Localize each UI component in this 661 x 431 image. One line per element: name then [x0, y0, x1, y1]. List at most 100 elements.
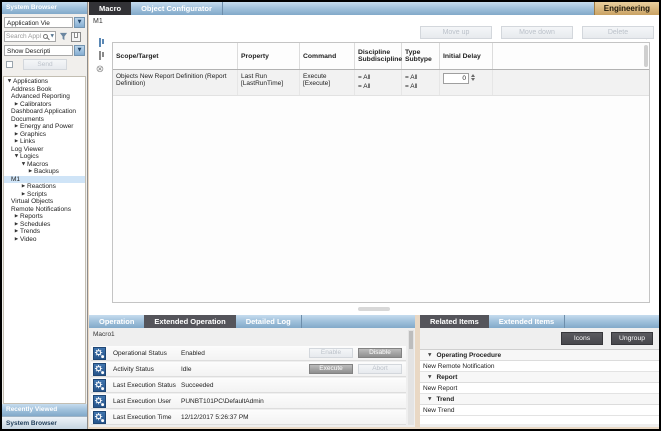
tree-item-reports[interactable]: ▶Reports: [4, 213, 85, 221]
tree-item-trends[interactable]: ▶Trends: [4, 228, 85, 236]
table-horizontal-scrollbar[interactable]: [358, 307, 390, 311]
tree-item-calibrators[interactable]: ▶Calibrators: [4, 101, 85, 109]
column-scope-target[interactable]: Scope/Target: [113, 43, 238, 69]
enable-button[interactable]: Enable: [309, 348, 353, 358]
chevron-right-icon[interactable]: ▶: [13, 213, 20, 221]
group-report[interactable]: ▼Report: [420, 372, 659, 383]
search-dropdown-icon[interactable]: ▼: [51, 34, 54, 39]
macro-gear-icon: [93, 363, 106, 376]
tree-item-graphics[interactable]: ▶Graphics: [4, 131, 85, 139]
save-filter-icon[interactable]: [71, 32, 81, 42]
tree-item-energy-and-power[interactable]: ▶Energy and Power: [4, 123, 85, 131]
operational-status-row: Operational Status Enabled Enable Disabl…: [91, 346, 406, 361]
column-initial-delay[interactable]: Initial Delay: [440, 43, 493, 69]
tree-item-backups[interactable]: ▶Backups: [4, 168, 85, 176]
discard-icon[interactable]: ⊗: [96, 65, 104, 75]
chevron-down-icon[interactable]: ▼: [428, 375, 431, 380]
filter-icon[interactable]: [59, 32, 68, 41]
cell-command[interactable]: Execute [Execute]: [300, 70, 355, 95]
op-row-label: Operational Status: [113, 350, 181, 357]
tree-item-address-book[interactable]: Address Book: [4, 86, 85, 94]
chevron-down-icon[interactable]: ▼: [428, 397, 431, 402]
tree-item-video[interactable]: ▶Video: [4, 236, 85, 244]
list-item[interactable]: New Remote Notification: [420, 361, 659, 372]
chevron-right-icon[interactable]: ▶: [20, 191, 27, 199]
chevron-right-icon[interactable]: ▶: [27, 168, 34, 176]
chevron-right-icon[interactable]: ▶: [13, 221, 20, 229]
initial-delay-input[interactable]: 0: [443, 73, 469, 84]
chevron-right-icon[interactable]: ▶: [13, 123, 20, 131]
tree-item-links[interactable]: ▶Links: [4, 138, 85, 146]
delete-button[interactable]: Delete: [582, 26, 654, 39]
tree-item-log-viewer[interactable]: Log Viewer: [4, 146, 85, 154]
send-checkbox[interactable]: [6, 61, 13, 68]
tree-item-applications[interactable]: ▼Applications: [4, 78, 85, 86]
engineering-mode-button[interactable]: Engineering: [594, 2, 659, 15]
chevron-down-icon[interactable]: ▼: [428, 353, 431, 358]
ungroup-button[interactable]: Ungroup: [611, 332, 653, 345]
op-row-value: Enabled: [181, 350, 309, 357]
system-browser-pane: System Browser Application Vie ▼ Search …: [2, 2, 88, 429]
tree-item-advanced-reporting[interactable]: Advanced Reporting: [4, 93, 85, 101]
op-row-label: Activity Status: [113, 366, 181, 373]
view-selector[interactable]: Application Vie: [4, 17, 73, 28]
chevron-right-icon[interactable]: ▶: [13, 236, 20, 244]
tab-operation[interactable]: Operation: [89, 315, 144, 328]
save-icon[interactable]: [99, 39, 101, 46]
list-item[interactable]: New Report: [420, 383, 659, 394]
tab-macro[interactable]: Macro: [89, 2, 131, 15]
tab-extended-items[interactable]: Extended Items: [489, 315, 565, 328]
view-selector-dropdown-icon[interactable]: ▼: [74, 17, 85, 28]
tree-item-m1-selected[interactable]: M1: [4, 176, 85, 184]
tree-item-macros[interactable]: ▼Macros: [4, 161, 85, 169]
disable-button[interactable]: Disable: [358, 348, 402, 358]
tab-related-items[interactable]: Related Items: [420, 315, 489, 328]
column-type[interactable]: TypeSubtype: [402, 43, 440, 69]
table-row[interactable]: Objects New Report Definition (Report De…: [113, 70, 649, 96]
chevron-down-icon[interactable]: ▼: [13, 153, 20, 161]
chevron-down-icon[interactable]: ▼: [20, 161, 27, 169]
column-property[interactable]: Property: [238, 43, 300, 69]
list-item[interactable]: New Trend: [420, 405, 659, 416]
move-up-button[interactable]: Move up: [420, 26, 492, 39]
column-discipline[interactable]: DisciplineSubdiscipline: [355, 43, 402, 69]
tree-item-logics[interactable]: ▼Logics: [4, 153, 85, 161]
tree-item-dashboard-application[interactable]: Dashboard Application: [4, 108, 85, 116]
operation-vertical-scrollbar[interactable]: [408, 330, 414, 425]
chevron-right-icon[interactable]: ▶: [13, 228, 20, 236]
execute-button[interactable]: Execute: [309, 364, 353, 374]
spinner-arrows[interactable]: [471, 74, 475, 81]
tab-extended-operation[interactable]: Extended Operation: [144, 315, 235, 328]
abort-button[interactable]: Abort: [358, 364, 402, 374]
cell-discipline[interactable]: = All = All: [355, 70, 402, 95]
icons-button[interactable]: Icons: [561, 332, 603, 345]
tree-item-documents[interactable]: Documents: [4, 116, 85, 124]
cell-type[interactable]: = All = All: [402, 70, 440, 95]
search-input[interactable]: Search Appl ▼: [4, 31, 56, 42]
system-browser-bottom-tab[interactable]: System Browser: [2, 416, 87, 429]
table-vertical-scrollbar[interactable]: [644, 45, 648, 67]
tree-item-reactions[interactable]: ▶Reactions: [4, 183, 85, 191]
tree-item-virtual-objects[interactable]: Virtual Objects: [4, 198, 85, 206]
tab-detailed-log[interactable]: Detailed Log: [236, 315, 302, 328]
save-as-icon[interactable]: [99, 52, 101, 59]
group-operating-procedure[interactable]: ▼Operating Procedure: [420, 350, 659, 361]
chevron-right-icon[interactable]: ▶: [20, 183, 27, 191]
send-button[interactable]: Send: [23, 59, 67, 70]
tree-item-scripts[interactable]: ▶Scripts: [4, 191, 85, 199]
show-description-selector[interactable]: Show Descripti: [4, 45, 73, 56]
chevron-down-icon[interactable]: ▼: [6, 78, 13, 86]
chevron-right-icon[interactable]: ▶: [13, 138, 20, 146]
tree-item-remote-notifications[interactable]: Remote Notifications: [4, 206, 85, 214]
chevron-right-icon[interactable]: ▶: [13, 101, 20, 109]
recently-viewed-bar[interactable]: Recently Viewed: [2, 404, 87, 416]
show-description-dropdown-icon[interactable]: ▼: [74, 45, 85, 56]
group-trend[interactable]: ▼Trend: [420, 394, 659, 405]
move-down-button[interactable]: Move down: [501, 26, 573, 39]
tree-item-schedules[interactable]: ▶Schedules: [4, 221, 85, 229]
chevron-right-icon[interactable]: ▶: [13, 131, 20, 139]
tab-object-configurator[interactable]: Object Configurator: [131, 2, 223, 15]
cell-property[interactable]: Last Run [LastRunTime]: [238, 70, 300, 95]
column-command[interactable]: Command: [300, 43, 355, 69]
cell-scope-target[interactable]: Objects New Report Definition (Report De…: [113, 70, 238, 95]
